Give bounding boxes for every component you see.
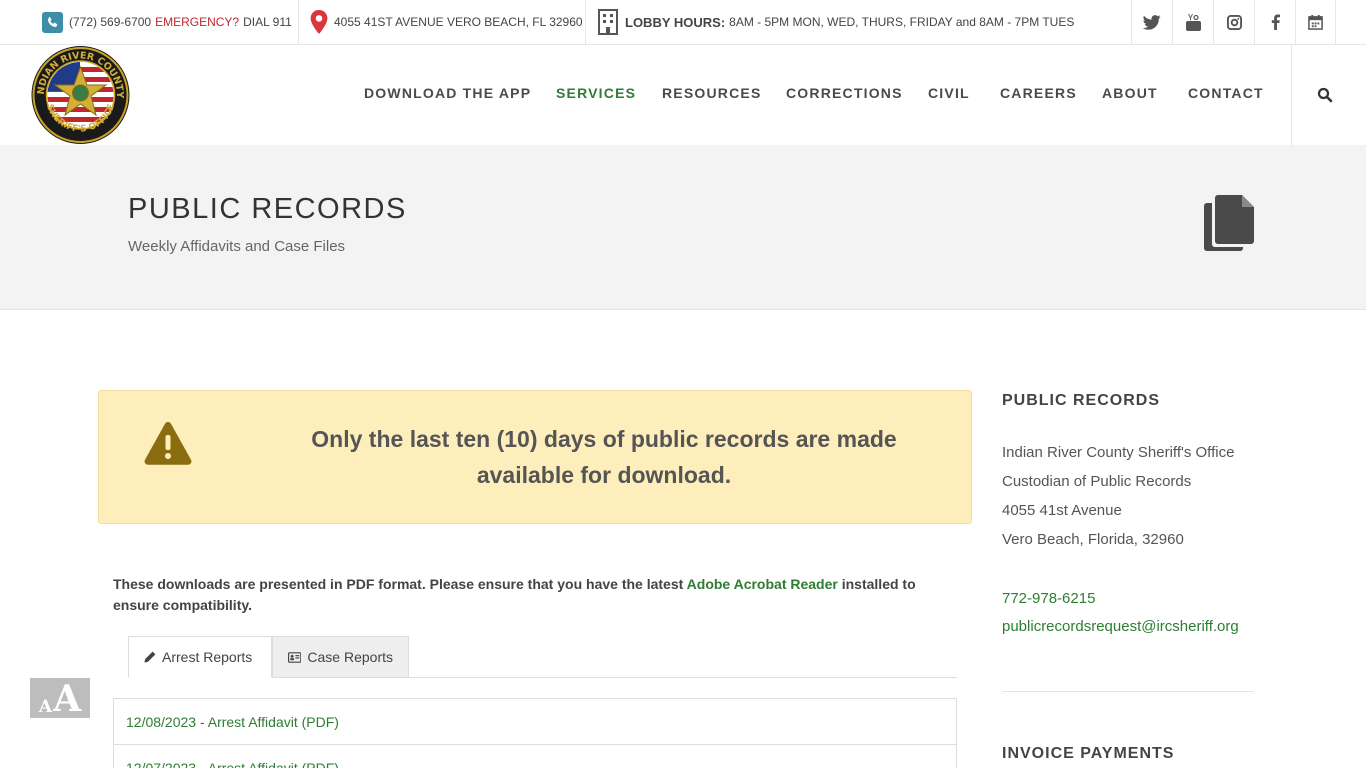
- nav-download-app[interactable]: DOWNLOAD THE APP: [364, 85, 531, 101]
- sidebar-address-line: 4055 41st Avenue: [1002, 502, 1122, 519]
- nav-contact[interactable]: CONTACT: [1188, 85, 1264, 101]
- calendar-icon[interactable]: [1295, 0, 1336, 44]
- page-title-bar: PUBLIC RECORDS Weekly Affidavits and Cas…: [0, 145, 1366, 310]
- intro-text-before: These downloads are presented in PDF for…: [113, 576, 687, 592]
- sidebar-invoice-title: INVOICE PAYMENTS: [1002, 745, 1175, 762]
- emergency-dial: DIAL 911: [243, 15, 292, 29]
- youtube-icon[interactable]: [1172, 0, 1213, 44]
- sidebar-address-line: Indian River County Sheriff's Office: [1002, 444, 1235, 461]
- nav-about[interactable]: ABOUT: [1102, 85, 1158, 101]
- building-icon: [598, 9, 618, 35]
- search-icon[interactable]: [1317, 87, 1333, 103]
- nav-careers[interactable]: CAREERS: [1000, 85, 1077, 101]
- tab-label: Case Reports: [307, 649, 393, 665]
- records-notice: Only the last ten (10) days of public re…: [98, 390, 972, 524]
- nav-civil[interactable]: CIVIL: [928, 85, 970, 101]
- list-item[interactable]: 12/07/2023 - Arrest Affidavit (PDF): [114, 745, 956, 768]
- lobby-hours-text: 8AM - 5PM MON, WED, THURS, FRIDAY and 8A…: [729, 15, 1075, 29]
- lobby-hours-label: LOBBY HOURS:: [625, 14, 726, 30]
- pencil-icon: [144, 651, 156, 663]
- page-title: PUBLIC RECORDS: [128, 193, 407, 225]
- page-subtitle: Weekly Affidavits and Case Files: [128, 238, 346, 255]
- list-item[interactable]: 12/08/2023 - Arrest Affidavit (PDF): [114, 699, 956, 745]
- sidebar-address-line: Custodian of Public Records: [1002, 473, 1192, 490]
- lobby-hours: LOBBY HOURS: 8AM - 5PM MON, WED, THURS, …: [597, 0, 1074, 44]
- warning-icon: [144, 421, 192, 465]
- address-text[interactable]: 4055 41ST AVENUE VERO BEACH, FL 32960: [334, 15, 583, 29]
- contact-phone[interactable]: (772) 569-6700 EMERGENCY? DIAL 911: [42, 0, 292, 44]
- sidebar-phone-link[interactable]: 772-978-6215: [1002, 590, 1095, 607]
- address-link[interactable]: 4055 41ST AVENUE VERO BEACH, FL 32960: [310, 0, 583, 44]
- nav-corrections[interactable]: CORRECTIONS: [786, 85, 903, 101]
- site-header: INDIAN RIVER COUNTY SHERIFF'S OFFICE DOW…: [0, 37, 1366, 145]
- font-size-toggle[interactable]: A A: [30, 678, 90, 718]
- tab-arrest-reports[interactable]: Arrest Reports: [128, 636, 272, 678]
- nav-services[interactable]: SERVICES: [556, 85, 636, 101]
- font-small-glyph: A: [38, 697, 53, 717]
- facebook-icon[interactable]: [1254, 0, 1295, 44]
- phone-icon: [42, 11, 63, 33]
- emergency-label: EMERGENCY?: [155, 15, 240, 29]
- notice-text: Only the last ten (10) days of public re…: [311, 426, 897, 488]
- arrest-reports-list: 12/08/2023 - Arrest Affidavit (PDF) 12/0…: [113, 698, 957, 768]
- sheriff-logo[interactable]: INDIAN RIVER COUNTY SHERIFF'S OFFICE: [28, 37, 131, 145]
- pdf-format-note: These downloads are presented in PDF for…: [113, 574, 943, 616]
- top-info-bar: (772) 569-6700 EMERGENCY? DIAL 911 4055 …: [0, 0, 1366, 45]
- phone-number[interactable]: (772) 569-6700: [69, 15, 151, 29]
- acrobat-reader-link[interactable]: Adobe Acrobat Reader: [687, 576, 838, 592]
- font-large-glyph: A: [53, 678, 82, 720]
- tab-case-reports[interactable]: Case Reports: [272, 636, 409, 678]
- tab-label: Arrest Reports: [162, 649, 253, 665]
- id-card-icon: [288, 651, 302, 663]
- sidebar-email-link[interactable]: publicrecordsrequest@ircsheriff.org: [1002, 618, 1239, 635]
- twitter-icon[interactable]: [1131, 0, 1172, 44]
- sidebar-title: PUBLIC RECORDS: [1002, 392, 1161, 409]
- sidebar-address-line: Vero Beach, Florida, 32960: [1002, 531, 1184, 548]
- instagram-icon[interactable]: [1213, 0, 1254, 44]
- documents-icon: [1204, 195, 1254, 251]
- nav-resources[interactable]: RESOURCES: [662, 85, 761, 101]
- map-pin-icon: [310, 10, 328, 34]
